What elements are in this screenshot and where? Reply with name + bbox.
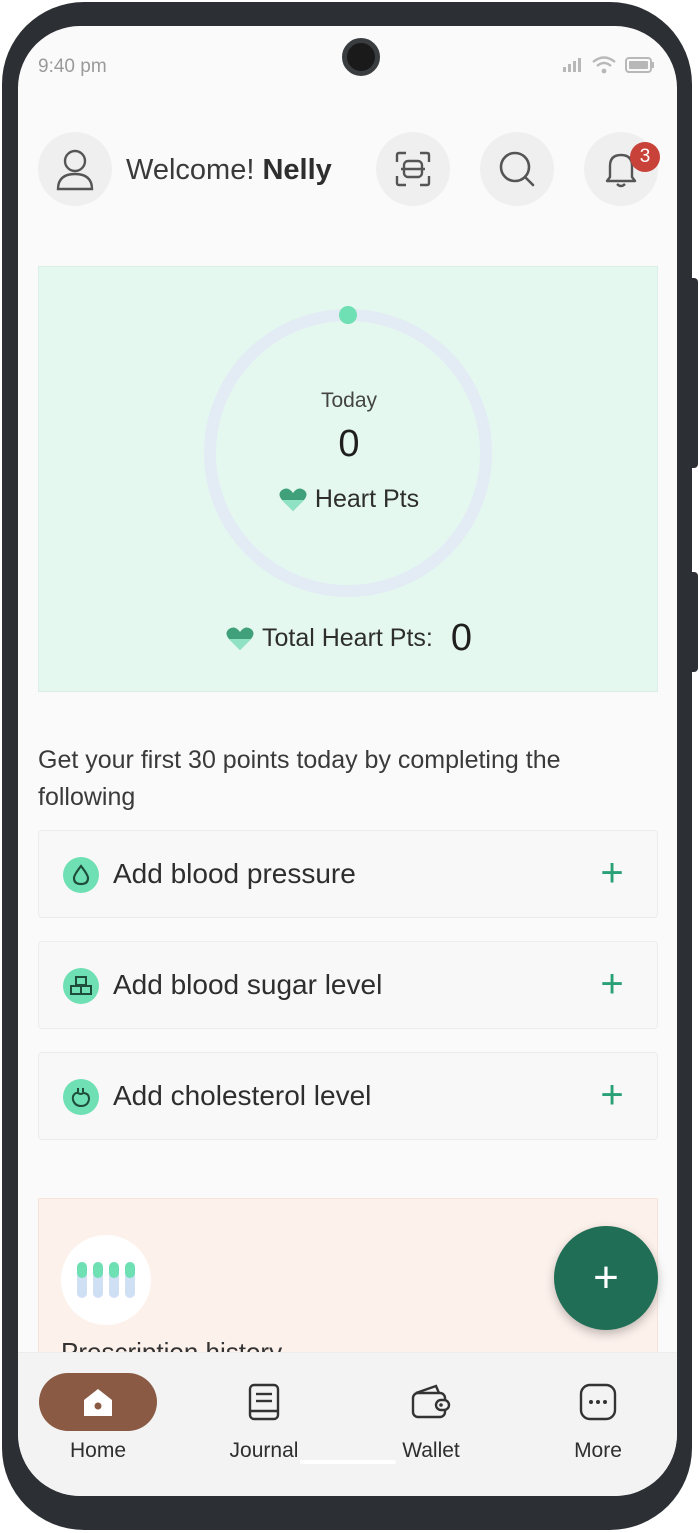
phone-side-button xyxy=(690,278,698,468)
add-cholesterol-button[interactable]: + xyxy=(595,1073,629,1117)
total-heart-pts-row: Total Heart Pts: 0 xyxy=(39,617,659,660)
avatar[interactable] xyxy=(38,132,112,206)
header: Welcome! Nelly 3 xyxy=(38,132,660,208)
welcome-greeting: Welcome! Nelly xyxy=(126,154,332,187)
battery-icon xyxy=(625,57,654,73)
add-blood-pressure-button[interactable]: + xyxy=(595,851,629,895)
notification-badge: 3 xyxy=(630,142,660,172)
today-value: 0 xyxy=(338,423,360,465)
progress-ring-marker xyxy=(339,306,357,324)
wifi-icon xyxy=(592,56,616,74)
wallet-icon xyxy=(411,1384,451,1419)
gesture-home-indicator xyxy=(300,1460,396,1464)
tasks-intro: Get your first 30 points today by comple… xyxy=(38,746,561,811)
heart-pts-unit: Heart Pts xyxy=(314,485,420,513)
journal-icon xyxy=(248,1383,280,1421)
nav-wallet[interactable]: Wallet xyxy=(361,1373,501,1463)
status-time: 9:40 pm xyxy=(38,56,107,77)
nav-wallet-pill xyxy=(372,1373,490,1431)
bottom-nav: Home Journal Wallet More xyxy=(18,1352,677,1496)
home-icon xyxy=(84,1389,112,1416)
welcome-text: Welcome! xyxy=(126,154,255,186)
task-add-blood-pressure[interactable]: Add blood pressure + xyxy=(38,830,658,918)
scan-button[interactable] xyxy=(376,132,450,206)
scan-icon xyxy=(395,151,431,187)
today-label: Today xyxy=(320,389,378,412)
heart-points-card: Today 0 Heart Pts Total Heart Pts: 0 xyxy=(38,266,658,692)
task-label: Add blood pressure xyxy=(113,858,356,889)
task-add-blood-sugar[interactable]: Add blood sugar level + xyxy=(38,941,658,1029)
add-blood-sugar-button[interactable]: + xyxy=(595,962,629,1006)
blood-drop-icon xyxy=(63,857,99,893)
heart-icon xyxy=(279,488,307,511)
phone-side-button xyxy=(690,572,698,672)
nav-home-pill xyxy=(39,1373,157,1431)
nav-label: More xyxy=(574,1439,622,1462)
notifications-button[interactable]: 3 xyxy=(584,132,660,206)
total-heart-pts-label: Total Heart Pts: xyxy=(261,624,433,652)
nav-journal-pill xyxy=(205,1373,323,1431)
more-icon xyxy=(579,1383,617,1421)
heart-organ-icon xyxy=(63,1079,99,1115)
screen: 9:40 pm Welcome! Nelly 3 Today 0 Heart P… xyxy=(18,26,677,1496)
task-label: Add cholesterol level xyxy=(113,1080,372,1111)
heart-icon xyxy=(226,627,254,650)
status-icons xyxy=(561,56,655,74)
nav-label: Journal xyxy=(229,1439,299,1462)
user-name: Nelly xyxy=(262,154,332,186)
sugar-cubes-icon xyxy=(63,968,99,1004)
nav-more[interactable]: More xyxy=(528,1373,668,1463)
task-add-cholesterol[interactable]: Add cholesterol level + xyxy=(38,1052,658,1140)
heart-pts-unit-row: Heart Pts xyxy=(39,485,659,514)
search-button[interactable] xyxy=(480,132,554,206)
nav-more-pill xyxy=(539,1373,657,1431)
total-heart-pts-value: 0 xyxy=(450,617,473,659)
nav-home[interactable]: Home xyxy=(28,1373,168,1463)
nav-label: Home xyxy=(69,1439,127,1462)
task-label: Add blood sugar level xyxy=(113,969,383,1000)
nav-journal[interactable]: Journal xyxy=(194,1373,334,1463)
pills-logo-icon xyxy=(61,1235,151,1325)
signal-icon xyxy=(563,58,581,72)
search-icon xyxy=(499,151,535,187)
user-icon xyxy=(56,149,94,191)
nav-label: Wallet xyxy=(402,1439,460,1462)
front-camera xyxy=(342,38,380,76)
add-fab-button[interactable]: + xyxy=(554,1226,658,1330)
